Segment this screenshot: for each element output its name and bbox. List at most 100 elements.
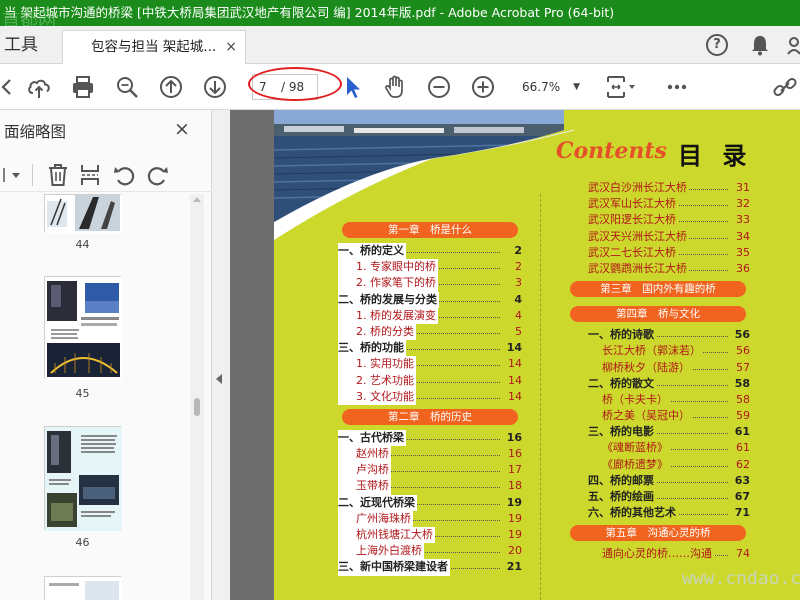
share-link-icon[interactable]: [772, 74, 798, 100]
toc-entry-title: 长江大桥（郭沫若）: [588, 343, 703, 360]
toc-subentry[interactable]: 桥（卡夫卡） 58: [588, 391, 750, 409]
notification-bell-icon[interactable]: [750, 34, 770, 56]
account-icon[interactable]: [786, 36, 800, 56]
toc-entry-title: 1. 专家眼中的桥: [338, 259, 438, 276]
delete-icon[interactable]: [46, 162, 70, 188]
thumbnail-page[interactable]: [44, 194, 122, 233]
pointer-icon[interactable]: [340, 74, 366, 100]
toc-section-entry[interactable]: 三、桥的功能 14: [338, 340, 522, 357]
toc-subentry[interactable]: 杭州钱塘江大桥 19: [338, 527, 522, 544]
upload-icon[interactable]: [26, 74, 52, 100]
toc-subentry[interactable]: 2. 桥的分类 5: [338, 323, 522, 341]
toc-page-number: 56: [734, 328, 750, 342]
toc-subentry[interactable]: 通向心灵的桥……沟通 74: [588, 546, 750, 563]
toc-chapter-heading: 第二章 桥的历史: [342, 408, 518, 425]
thumbnail-page[interactable]: [44, 276, 122, 380]
toc-subentry[interactable]: 武汉阳逻长江大桥 33: [588, 212, 750, 229]
toc-page-number: 14: [508, 357, 522, 371]
toc-subentry[interactable]: 武汉二七长江大桥 35: [588, 244, 750, 261]
toc-subentry[interactable]: 长江大桥（郭沫若） 56: [588, 343, 750, 360]
rotate-cw-icon[interactable]: [146, 163, 170, 187]
zoom-search-icon[interactable]: [114, 74, 140, 100]
more-icon[interactable]: [664, 74, 690, 100]
toc-section-entry[interactable]: 六、桥的其他艺术 71: [588, 505, 750, 522]
thumbnail-page[interactable]: [44, 576, 122, 600]
toc-section-entry[interactable]: 一、古代桥梁 16: [338, 429, 522, 447]
next-page-icon[interactable]: [202, 74, 228, 100]
toc-page-number: 2: [515, 260, 522, 274]
toc-subentry[interactable]: 武汉天兴洲长江大桥 34: [588, 228, 750, 245]
toc-section-entry[interactable]: 三、新中国桥梁建设者 21: [338, 559, 522, 576]
toc-entry-title: 桥（卡夫卡）: [588, 391, 670, 409]
toc-page-number: 19: [508, 528, 522, 541]
toc-subentry[interactable]: 1. 专家眼中的桥 2: [338, 259, 522, 276]
toc-entry-title: 玉带桥: [338, 478, 391, 495]
help-icon[interactable]: ?: [706, 34, 728, 56]
tab-tools[interactable]: 工具: [0, 26, 38, 64]
hand-icon[interactable]: [382, 74, 408, 100]
toc-entry-title: 《魂断蓝桥》: [588, 440, 670, 457]
toc-subentry[interactable]: 3. 文化功能 14: [338, 388, 522, 405]
toc-page-number: 58: [734, 376, 750, 390]
toc-subentry[interactable]: 广州海珠桥 19: [338, 510, 522, 528]
toc-section-entry[interactable]: 二、桥的发展与分类 4: [338, 291, 522, 308]
close-tab-icon[interactable]: ×: [225, 31, 237, 63]
toc-section-entry[interactable]: 三、桥的电影 61: [588, 424, 750, 441]
toc-subentry[interactable]: 2. 作家笔下的桥 3: [338, 275, 522, 292]
toc-subentry[interactable]: 2. 艺术功能 14: [338, 372, 522, 389]
thumbnail-page[interactable]: [44, 426, 122, 531]
toc-subentry[interactable]: 武汉白沙洲长江大桥 31: [588, 180, 750, 197]
zoom-level-value: 66.7%: [522, 80, 561, 94]
toc-chapter-heading: 第五章 沟通心灵的桥: [570, 525, 746, 542]
bridge-photo: [274, 110, 564, 222]
toc-entry-title: 2. 作家笔下的桥: [338, 275, 438, 292]
toc-subentry[interactable]: 玉带桥 18: [338, 478, 522, 495]
toc-entry-title: 武汉白沙洲长江大桥: [588, 180, 689, 197]
toc-section-entry[interactable]: 一、桥的诗歌 56: [588, 327, 750, 344]
thumbnail-panel: 面缩略图 × 44 45 46: [0, 110, 212, 600]
toc-section-entry[interactable]: 四、桥的邮票 63: [588, 472, 750, 490]
toc-entry-title: 柳桥秋夕（陆游）: [588, 359, 692, 376]
toc-section-entry[interactable]: 一、桥的定义 2: [338, 243, 522, 260]
back-icon[interactable]: [0, 74, 20, 100]
print-icon[interactable]: [70, 74, 96, 100]
tab-document[interactable]: 包容与担当 架起城... ×: [62, 30, 246, 64]
toc-subentry[interactable]: 柳桥秋夕（陆游） 57: [588, 359, 750, 376]
prev-page-icon[interactable]: [158, 74, 184, 100]
thumbnail-page-number: 44: [75, 238, 90, 251]
fit-page-icon[interactable]: [604, 74, 638, 100]
thumbnail-scrollbar[interactable]: [190, 194, 204, 600]
thumbnail-list: 44 45 46: [0, 194, 190, 600]
scrollbar-thumb[interactable]: [194, 398, 200, 416]
insert-page-icon[interactable]: [78, 162, 102, 188]
toc-subentry[interactable]: 1. 实用功能 14: [338, 356, 522, 373]
zoom-out-icon[interactable]: [426, 74, 452, 100]
toc-entry-title: 二、桥的发展与分类: [338, 291, 439, 308]
document-view[interactable]: Contents 目 录 第一章 桥是什么 一、桥的定义 2 1. 专家眼中的桥 2 2.…: [230, 110, 800, 600]
toc-subentry[interactable]: 桥之美（吴冠中） 59: [588, 408, 750, 425]
toc-subentry[interactable]: 武汉鹦鹉洲长江大桥 36: [588, 260, 750, 278]
collapse-panel-icon[interactable]: [216, 374, 222, 384]
toc-page-number: 61: [734, 425, 750, 439]
toc-section-entry[interactable]: 二、近现代桥梁 19: [338, 494, 522, 511]
close-panel-icon[interactable]: ×: [174, 118, 190, 140]
zoom-in-icon[interactable]: [470, 74, 496, 100]
scroll-up-icon[interactable]: [193, 196, 201, 202]
toc-subentry[interactable]: 卢沟桥 17: [338, 462, 522, 479]
toc-subentry[interactable]: 《廊桥遗梦》 62: [588, 456, 750, 473]
toc-subentry[interactable]: 赵州桥 16: [338, 446, 522, 463]
toc-subentry[interactable]: 《魂断蓝桥》 61: [588, 440, 750, 457]
toc-subentry[interactable]: 1. 桥的发展演变 4: [338, 307, 522, 324]
toc-section-entry[interactable]: 二、桥的散文 58: [588, 375, 750, 392]
toc-page-number: 34: [736, 229, 750, 243]
toc-chapter-heading: 第三章 国内外有趣的桥: [570, 281, 746, 298]
zoom-level-dropdown[interactable]: 66.7% ▼: [512, 74, 586, 100]
toc-section-entry[interactable]: 五、桥的绘画 67: [588, 489, 750, 506]
rotate-ccw-icon[interactable]: [112, 163, 136, 187]
toc-subentry[interactable]: 武汉军山长江大桥 32: [588, 196, 750, 213]
window-title: 当 架起城市沟通的桥梁 [中铁大桥局集团武汉地产有限公司 编] 2014年版.p…: [4, 5, 615, 20]
toc-page-number: 14: [508, 373, 522, 387]
panel-splitter[interactable]: [212, 110, 230, 600]
options-dropdown-icon[interactable]: [0, 164, 26, 186]
toc-subentry[interactable]: 上海外白渡桥 20: [338, 543, 522, 560]
